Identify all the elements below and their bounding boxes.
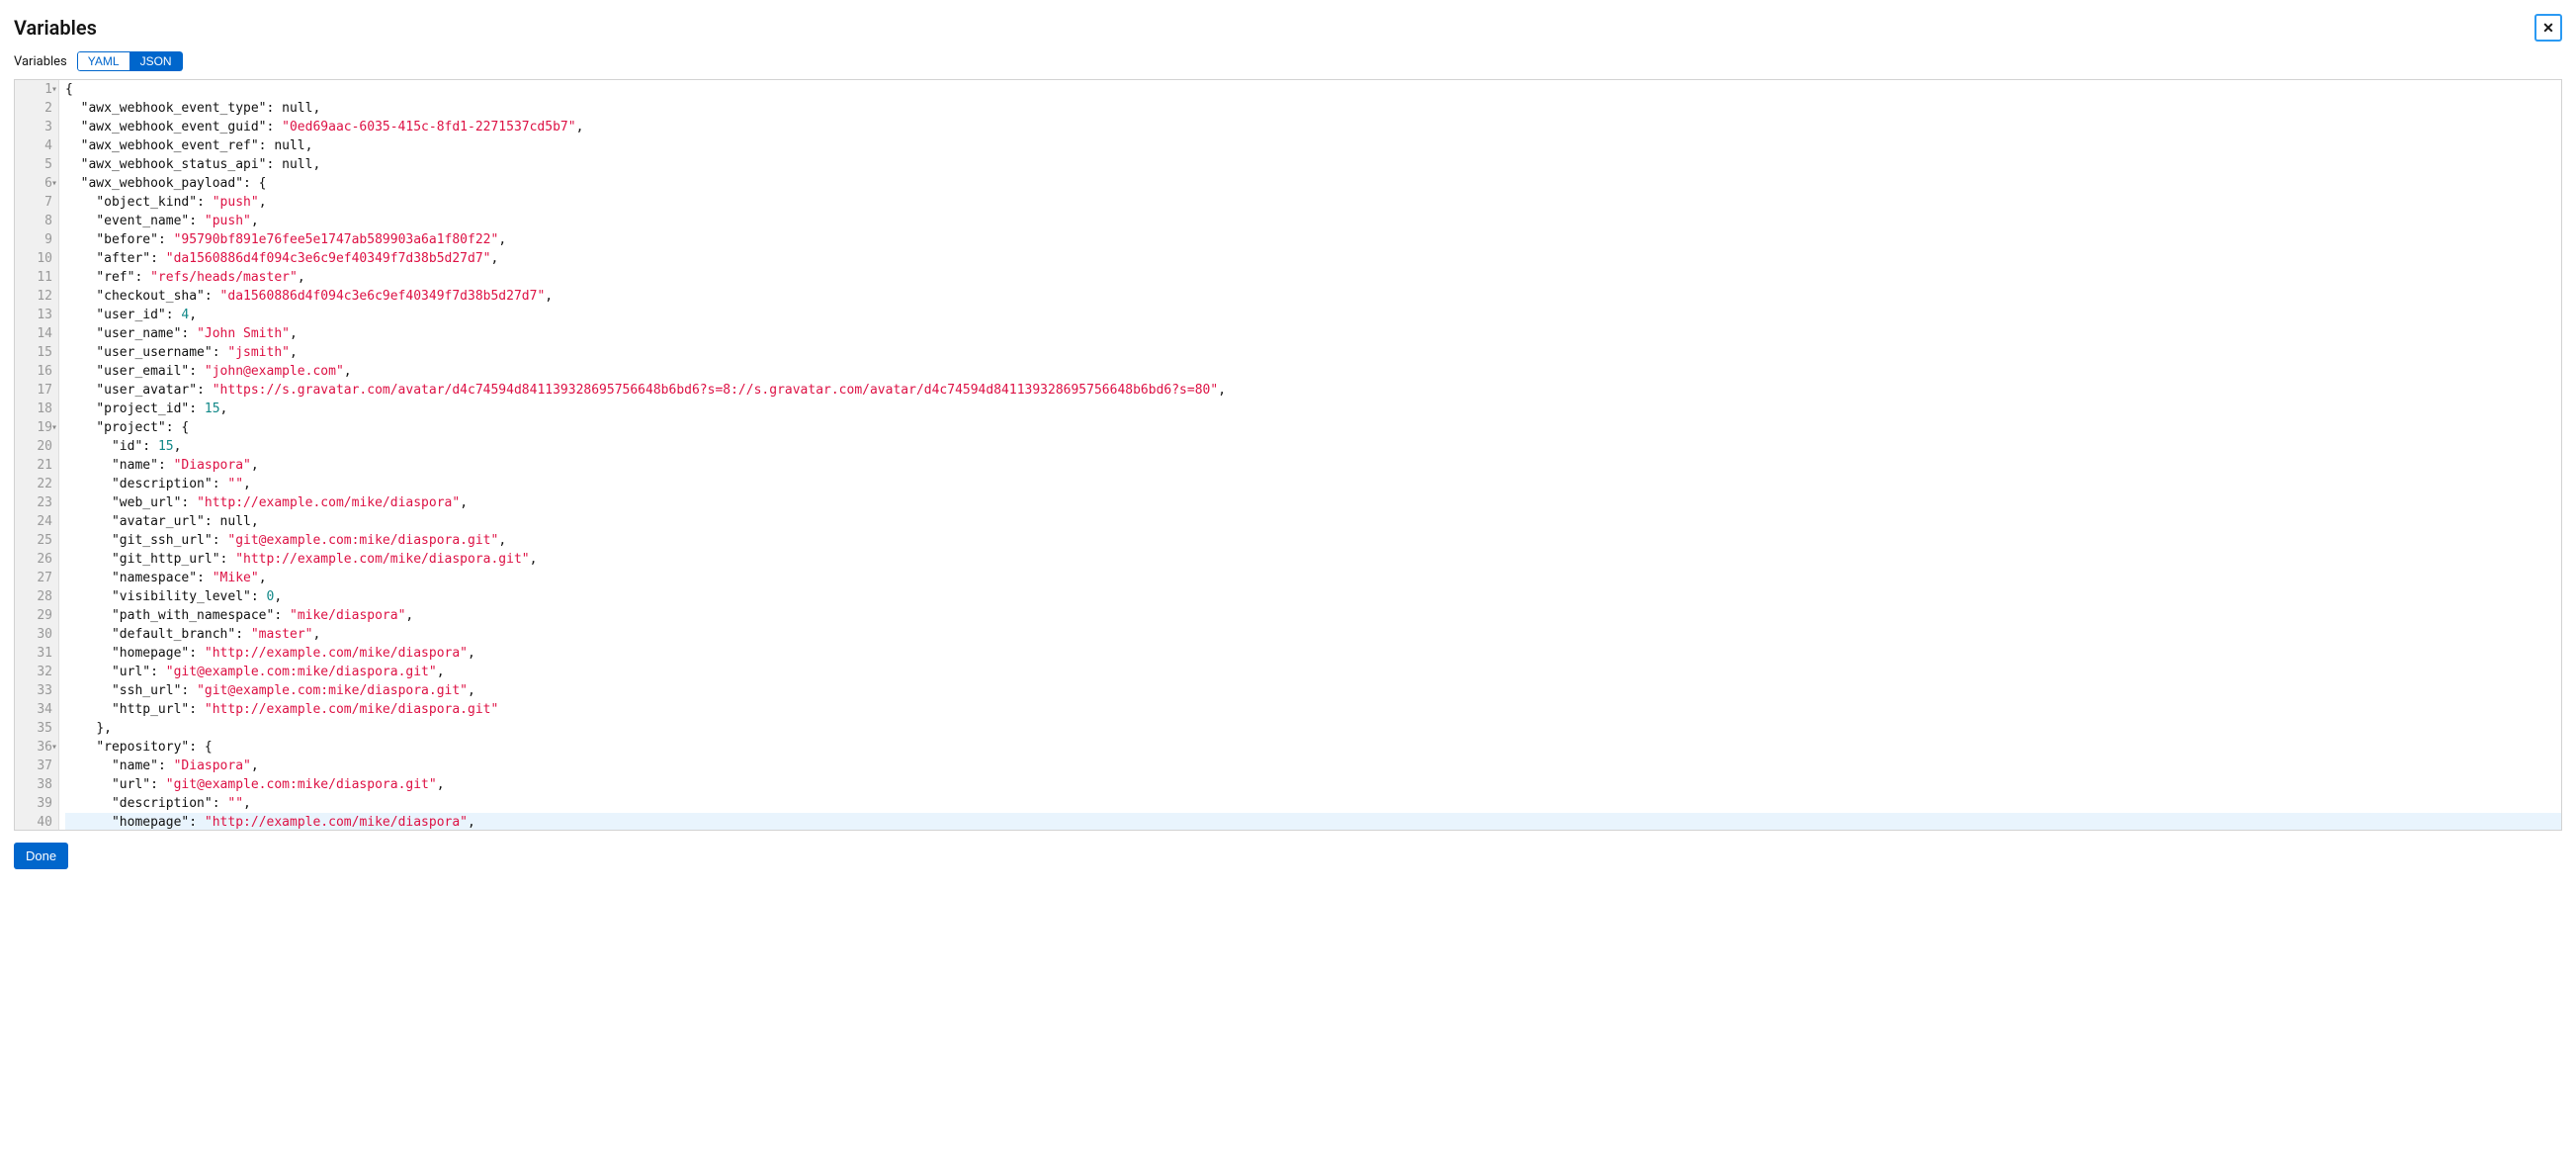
code-line[interactable]: "user_id": 4, [65, 306, 2561, 324]
code-line[interactable]: "http_url": "http://example.com/mike/dia… [65, 700, 2561, 719]
line-number: 31 [15, 644, 52, 663]
code-line[interactable]: "id": 15, [65, 437, 2561, 456]
code-line[interactable]: "url": "git@example.com:mike/diaspora.gi… [65, 663, 2561, 681]
line-number: 23 [15, 493, 52, 512]
yaml-toggle[interactable]: YAML [77, 51, 130, 71]
code-line[interactable]: "awx_webhook_event_ref": null, [65, 136, 2561, 155]
controls-row: Variables YAML JSON [14, 51, 2562, 71]
code-line[interactable]: "project_id": 15, [65, 400, 2561, 418]
code-line[interactable]: "default_branch": "master", [65, 625, 2561, 644]
line-number: 19▾ [15, 418, 52, 437]
line-number: 34 [15, 700, 52, 719]
code-line[interactable]: "description": "", [65, 794, 2561, 813]
line-number: 38 [15, 775, 52, 794]
close-button[interactable]: ✕ [2534, 14, 2562, 42]
code-line[interactable]: "git_ssh_url": "git@example.com:mike/dia… [65, 531, 2561, 550]
code-line[interactable]: "web_url": "http://example.com/mike/dias… [65, 493, 2561, 512]
line-number: 4 [15, 136, 52, 155]
line-number: 15 [15, 343, 52, 362]
line-number: 18 [15, 400, 52, 418]
line-number: 17 [15, 381, 52, 400]
line-number: 29 [15, 606, 52, 625]
line-number-gutter: 1▾23456▾78910111213141516171819▾20212223… [15, 80, 59, 830]
line-number: 40 [15, 813, 52, 831]
line-number: 21 [15, 456, 52, 475]
code-line[interactable]: "name": "Diaspora", [65, 456, 2561, 475]
code-content[interactable]: { "awx_webhook_event_type": null, "awx_w… [59, 80, 2561, 830]
code-line[interactable]: "event_name": "push", [65, 212, 2561, 230]
line-number: 22 [15, 475, 52, 493]
code-line[interactable]: "repository": { [65, 738, 2561, 757]
code-line[interactable]: "checkout_sha": "da1560886d4f094c3e6c9ef… [65, 287, 2561, 306]
code-line[interactable]: "awx_webhook_status_api": null, [65, 155, 2561, 174]
line-number: 39 [15, 794, 52, 813]
line-number: 24 [15, 512, 52, 531]
code-line[interactable]: "user_avatar": "https://s.gravatar.com/a… [65, 381, 2561, 400]
line-number: 5 [15, 155, 52, 174]
line-number: 13 [15, 306, 52, 324]
close-icon: ✕ [2542, 20, 2554, 37]
code-line[interactable]: "project": { [65, 418, 2561, 437]
line-number: 8 [15, 212, 52, 230]
code-line[interactable]: "after": "da1560886d4f094c3e6c9ef40349f7… [65, 249, 2561, 268]
page-title: Variables [14, 16, 97, 40]
code-line[interactable]: "awx_webhook_event_type": null, [65, 99, 2561, 118]
line-number: 1▾ [15, 80, 52, 99]
line-number: 12 [15, 287, 52, 306]
code-line[interactable]: "namespace": "Mike", [65, 569, 2561, 587]
line-number: 37 [15, 757, 52, 775]
line-number: 16 [15, 362, 52, 381]
code-line[interactable]: { [65, 80, 2561, 99]
line-number: 3 [15, 118, 52, 136]
code-line[interactable]: "awx_webhook_event_guid": "0ed69aac-6035… [65, 118, 2561, 136]
footer: Done [14, 843, 2562, 869]
format-toggle: YAML JSON [77, 51, 183, 71]
code-line[interactable]: "visibility_level": 0, [65, 587, 2561, 606]
code-line[interactable]: "before": "95790bf891e76fee5e1747ab58990… [65, 230, 2561, 249]
code-line[interactable]: "path_with_namespace": "mike/diaspora", [65, 606, 2561, 625]
code-line[interactable]: "user_email": "john@example.com", [65, 362, 2561, 381]
line-number: 6▾ [15, 174, 52, 193]
code-line[interactable]: "ssh_url": "git@example.com:mike/diaspor… [65, 681, 2561, 700]
json-toggle[interactable]: JSON [130, 51, 183, 71]
code-line[interactable]: "awx_webhook_payload": { [65, 174, 2561, 193]
line-number: 32 [15, 663, 52, 681]
line-number: 9 [15, 230, 52, 249]
fold-icon[interactable]: ▾ [49, 80, 57, 99]
done-button[interactable]: Done [14, 843, 68, 869]
line-number: 14 [15, 324, 52, 343]
code-line[interactable]: "object_kind": "push", [65, 193, 2561, 212]
code-line[interactable]: "user_name": "John Smith", [65, 324, 2561, 343]
line-number: 35 [15, 719, 52, 738]
line-number: 25 [15, 531, 52, 550]
code-line[interactable]: "homepage": "http://example.com/mike/dia… [65, 813, 2561, 831]
fold-icon[interactable]: ▾ [49, 418, 57, 437]
line-number: 11 [15, 268, 52, 287]
code-line[interactable]: "ref": "refs/heads/master", [65, 268, 2561, 287]
line-number: 28 [15, 587, 52, 606]
code-line[interactable]: "avatar_url": null, [65, 512, 2561, 531]
fold-icon[interactable]: ▾ [49, 174, 57, 193]
line-number: 36▾ [15, 738, 52, 757]
line-number: 10 [15, 249, 52, 268]
code-line[interactable]: "url": "git@example.com:mike/diaspora.gi… [65, 775, 2561, 794]
line-number: 7 [15, 193, 52, 212]
code-line[interactable]: "description": "", [65, 475, 2561, 493]
variables-label: Variables [14, 54, 67, 69]
code-line[interactable]: }, [65, 719, 2561, 738]
line-number: 20 [15, 437, 52, 456]
code-line[interactable]: "name": "Diaspora", [65, 757, 2561, 775]
line-number: 26 [15, 550, 52, 569]
code-editor[interactable]: 1▾23456▾78910111213141516171819▾20212223… [14, 79, 2562, 831]
header: Variables ✕ [14, 14, 2562, 42]
line-number: 2 [15, 99, 52, 118]
code-line[interactable]: "homepage": "http://example.com/mike/dia… [65, 644, 2561, 663]
line-number: 33 [15, 681, 52, 700]
code-line[interactable]: "git_http_url": "http://example.com/mike… [65, 550, 2561, 569]
line-number: 27 [15, 569, 52, 587]
line-number: 30 [15, 625, 52, 644]
fold-icon[interactable]: ▾ [49, 738, 57, 757]
code-line[interactable]: "user_username": "jsmith", [65, 343, 2561, 362]
